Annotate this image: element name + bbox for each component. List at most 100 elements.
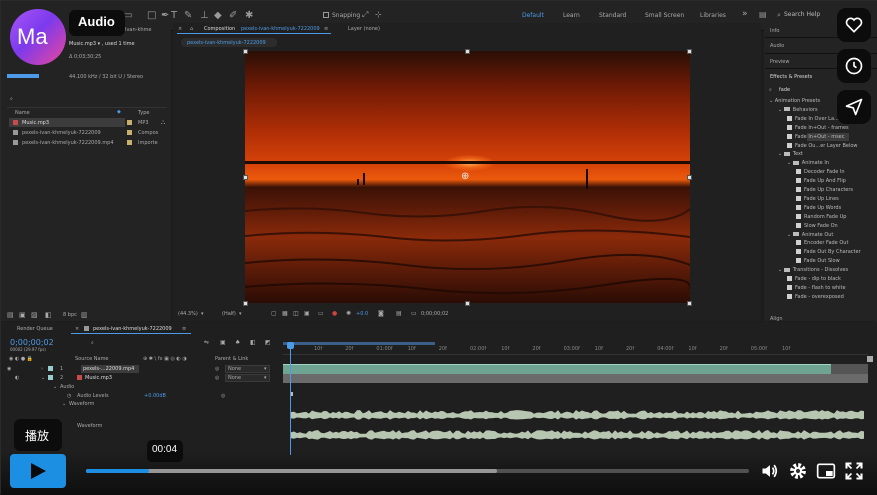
- effects-preset-item[interactable]: Fade In+Out - frames: [787, 124, 849, 131]
- effects-preset-item[interactable]: Fade In+Out - msec: [787, 133, 845, 140]
- frame-blending-icon[interactable]: ◧: [250, 339, 256, 346]
- transform-handle[interactable]: [465, 49, 470, 54]
- stopwatch-icon[interactable]: ◷: [67, 393, 71, 399]
- effects-preset-item[interactable]: Decoder Fade In: [796, 169, 845, 175]
- quality-value[interactable]: (Half): [222, 311, 236, 317]
- audio-toggle-icon[interactable]: ◐: [15, 375, 19, 381]
- anchor-point-icon[interactable]: ⊕: [461, 171, 469, 182]
- effects-folder-item[interactable]: ⌄ Text: [778, 151, 803, 157]
- work-area-bar[interactable]: [283, 342, 435, 345]
- project-item-name[interactable]: Music.mp3: [22, 120, 49, 126]
- effects-preset-item[interactable]: Random Fade Up: [796, 213, 846, 220]
- waveform-group-label[interactable]: Waveform: [69, 401, 94, 407]
- effects-preset-item[interactable]: Fade In Over La...: [787, 115, 839, 122]
- shy-icon[interactable]: ♠: [235, 339, 240, 346]
- search-icon[interactable]: ⌕: [777, 11, 781, 20]
- workspace-small-screen[interactable]: Small Screen: [645, 12, 684, 19]
- search-help-field[interactable]: Search Help: [784, 11, 820, 18]
- label-color-swatch[interactable]: [48, 375, 53, 380]
- render-queue-tab[interactable]: Render Queue: [17, 326, 53, 332]
- effects-preset-item[interactable]: Fade Up Lines: [796, 195, 839, 202]
- parent-pickwhip-icon[interactable]: ◎: [215, 366, 219, 372]
- tab-menu-icon[interactable]: ≡: [182, 326, 186, 332]
- collapse-waveform-icon[interactable]: ⌄: [62, 401, 66, 407]
- picture-in-picture-icon[interactable]: [816, 461, 836, 481]
- exposure-value[interactable]: +0.0: [356, 311, 368, 317]
- comp-mini-flowchart-icon[interactable]: ⇋: [204, 339, 209, 346]
- composition-tab-label[interactable]: Composition: [204, 26, 235, 32]
- snapping-checkbox[interactable]: [323, 12, 329, 18]
- show-snapshot-icon[interactable]: ▤: [396, 310, 402, 317]
- mask-visibility-icon[interactable]: ◫: [293, 310, 299, 317]
- stamp-tool-icon[interactable]: ⊥: [200, 10, 209, 21]
- camera-icon[interactable]: ▭: [318, 310, 324, 317]
- puppet-tool-icon[interactable]: ✱: [245, 10, 253, 21]
- layer-tab[interactable]: Layer (none): [348, 26, 380, 32]
- effects-preset-item[interactable]: Slow Fade On: [796, 222, 838, 229]
- close-tab-icon[interactable]: ×: [178, 26, 182, 32]
- transform-handle[interactable]: [687, 175, 692, 180]
- transform-handle[interactable]: [243, 175, 248, 180]
- roto-tool-icon[interactable]: ✐: [229, 10, 237, 21]
- effects-preset-item[interactable]: Fade - overexposed: [787, 293, 844, 300]
- transform-handle[interactable]: [243, 301, 248, 306]
- new-folder-icon[interactable]: ▣: [19, 311, 26, 319]
- collapse-layer-icon[interactable]: ⌄: [41, 375, 45, 381]
- expression-pickwhip-icon[interactable]: ◎: [221, 393, 225, 399]
- label-color-swatch[interactable]: [127, 140, 132, 145]
- bpc-label[interactable]: 8 bpc: [63, 312, 77, 318]
- effects-preset-item[interactable]: Fade - dip to black: [787, 276, 841, 282]
- expand-layer-icon[interactable]: ›: [41, 366, 43, 372]
- effects-preset-item[interactable]: Fade Out By Character: [796, 249, 861, 255]
- region-of-interest-icon[interactable]: ▢: [271, 310, 277, 317]
- pen-tool-icon[interactable]: ✒: [161, 10, 169, 21]
- parent-column[interactable]: Parent & Link: [215, 356, 248, 362]
- layer-name[interactable]: pexels-...22009.mp4: [83, 366, 134, 372]
- audio-group-label[interactable]: Audio: [60, 384, 74, 390]
- collapse-audio-icon[interactable]: ⌄: [53, 384, 57, 390]
- composition-tab-name[interactable]: pexels-ivan-khmelyuk-7222009: [241, 26, 320, 32]
- shape-tool-icon[interactable]: □: [147, 10, 156, 21]
- effects-preset-item[interactable]: Fade - flash to white: [787, 284, 846, 291]
- workspace-libraries[interactable]: Libraries: [700, 12, 726, 19]
- dropdown-chevron-icon[interactable]: ▾: [264, 375, 267, 381]
- project-item-name[interactable]: pexels-ivan-khmelyuk-7222009: [22, 130, 101, 136]
- effects-preset-item[interactable]: Encoder Fade Out: [796, 240, 848, 246]
- label-color-swatch[interactable]: [48, 366, 53, 371]
- video-visibility-icon[interactable]: ◉: [7, 366, 11, 372]
- toggle-icon[interactable]: ▭: [411, 310, 417, 317]
- flowchart-icon[interactable]: ⛬: [161, 119, 165, 127]
- workspace-default[interactable]: Default: [522, 12, 544, 19]
- project-item-name[interactable]: pexels-ivan-khmelyuk-7222009.mp4: [22, 140, 114, 146]
- quality-dropdown-icon[interactable]: ▾: [239, 311, 242, 317]
- source-name-column[interactable]: Source Name: [75, 356, 109, 362]
- project-settings-icon[interactable]: ◧: [45, 311, 52, 319]
- effects-preset-item[interactable]: Fade Up Characters: [796, 187, 853, 193]
- timeline-timecode[interactable]: 0;00;00;02: [10, 338, 54, 347]
- zoom-value[interactable]: (44.3%): [178, 311, 198, 317]
- trash-icon[interactable]: ▥: [81, 311, 88, 319]
- graph-editor-icon[interactable]: ◩: [265, 339, 271, 346]
- brush-tool-icon[interactable]: ✎: [184, 10, 192, 21]
- snapshot-icon[interactable]: ◙: [378, 310, 384, 317]
- eraser-tool-icon[interactable]: ◆: [214, 10, 222, 21]
- effects-search-icon[interactable]: ⌕: [769, 87, 772, 93]
- effects-presets-header[interactable]: Effects & Presets: [770, 74, 812, 80]
- info-panel-header[interactable]: Info: [770, 28, 779, 34]
- effects-folder-item[interactable]: ⌄ Animation Presets: [769, 98, 820, 104]
- comp-timecode[interactable]: 0;00;00;02: [421, 311, 448, 317]
- workspace-learn[interactable]: Learn: [563, 12, 580, 19]
- interpret-footage-icon[interactable]: ▤: [7, 311, 14, 319]
- label-color-swatch[interactable]: [127, 130, 132, 135]
- workspace-standard[interactable]: Standard: [599, 12, 626, 19]
- project-col-name[interactable]: Name: [15, 110, 30, 116]
- effects-folder-item[interactable]: ⌄ Animate In: [787, 160, 829, 166]
- snap-options-icon[interactable]: ⊹: [375, 10, 382, 19]
- workspace-menu-icon[interactable]: ▤: [759, 10, 767, 19]
- keyframe-marker[interactable]: [291, 392, 293, 396]
- progress-played[interactable]: [86, 469, 149, 473]
- channel-icon[interactable]: ●: [332, 310, 337, 317]
- tab-menu-icon[interactable]: ≡: [324, 26, 328, 32]
- label-color-swatch[interactable]: [127, 120, 132, 125]
- effects-preset-item[interactable]: Fade Up Words: [796, 204, 841, 211]
